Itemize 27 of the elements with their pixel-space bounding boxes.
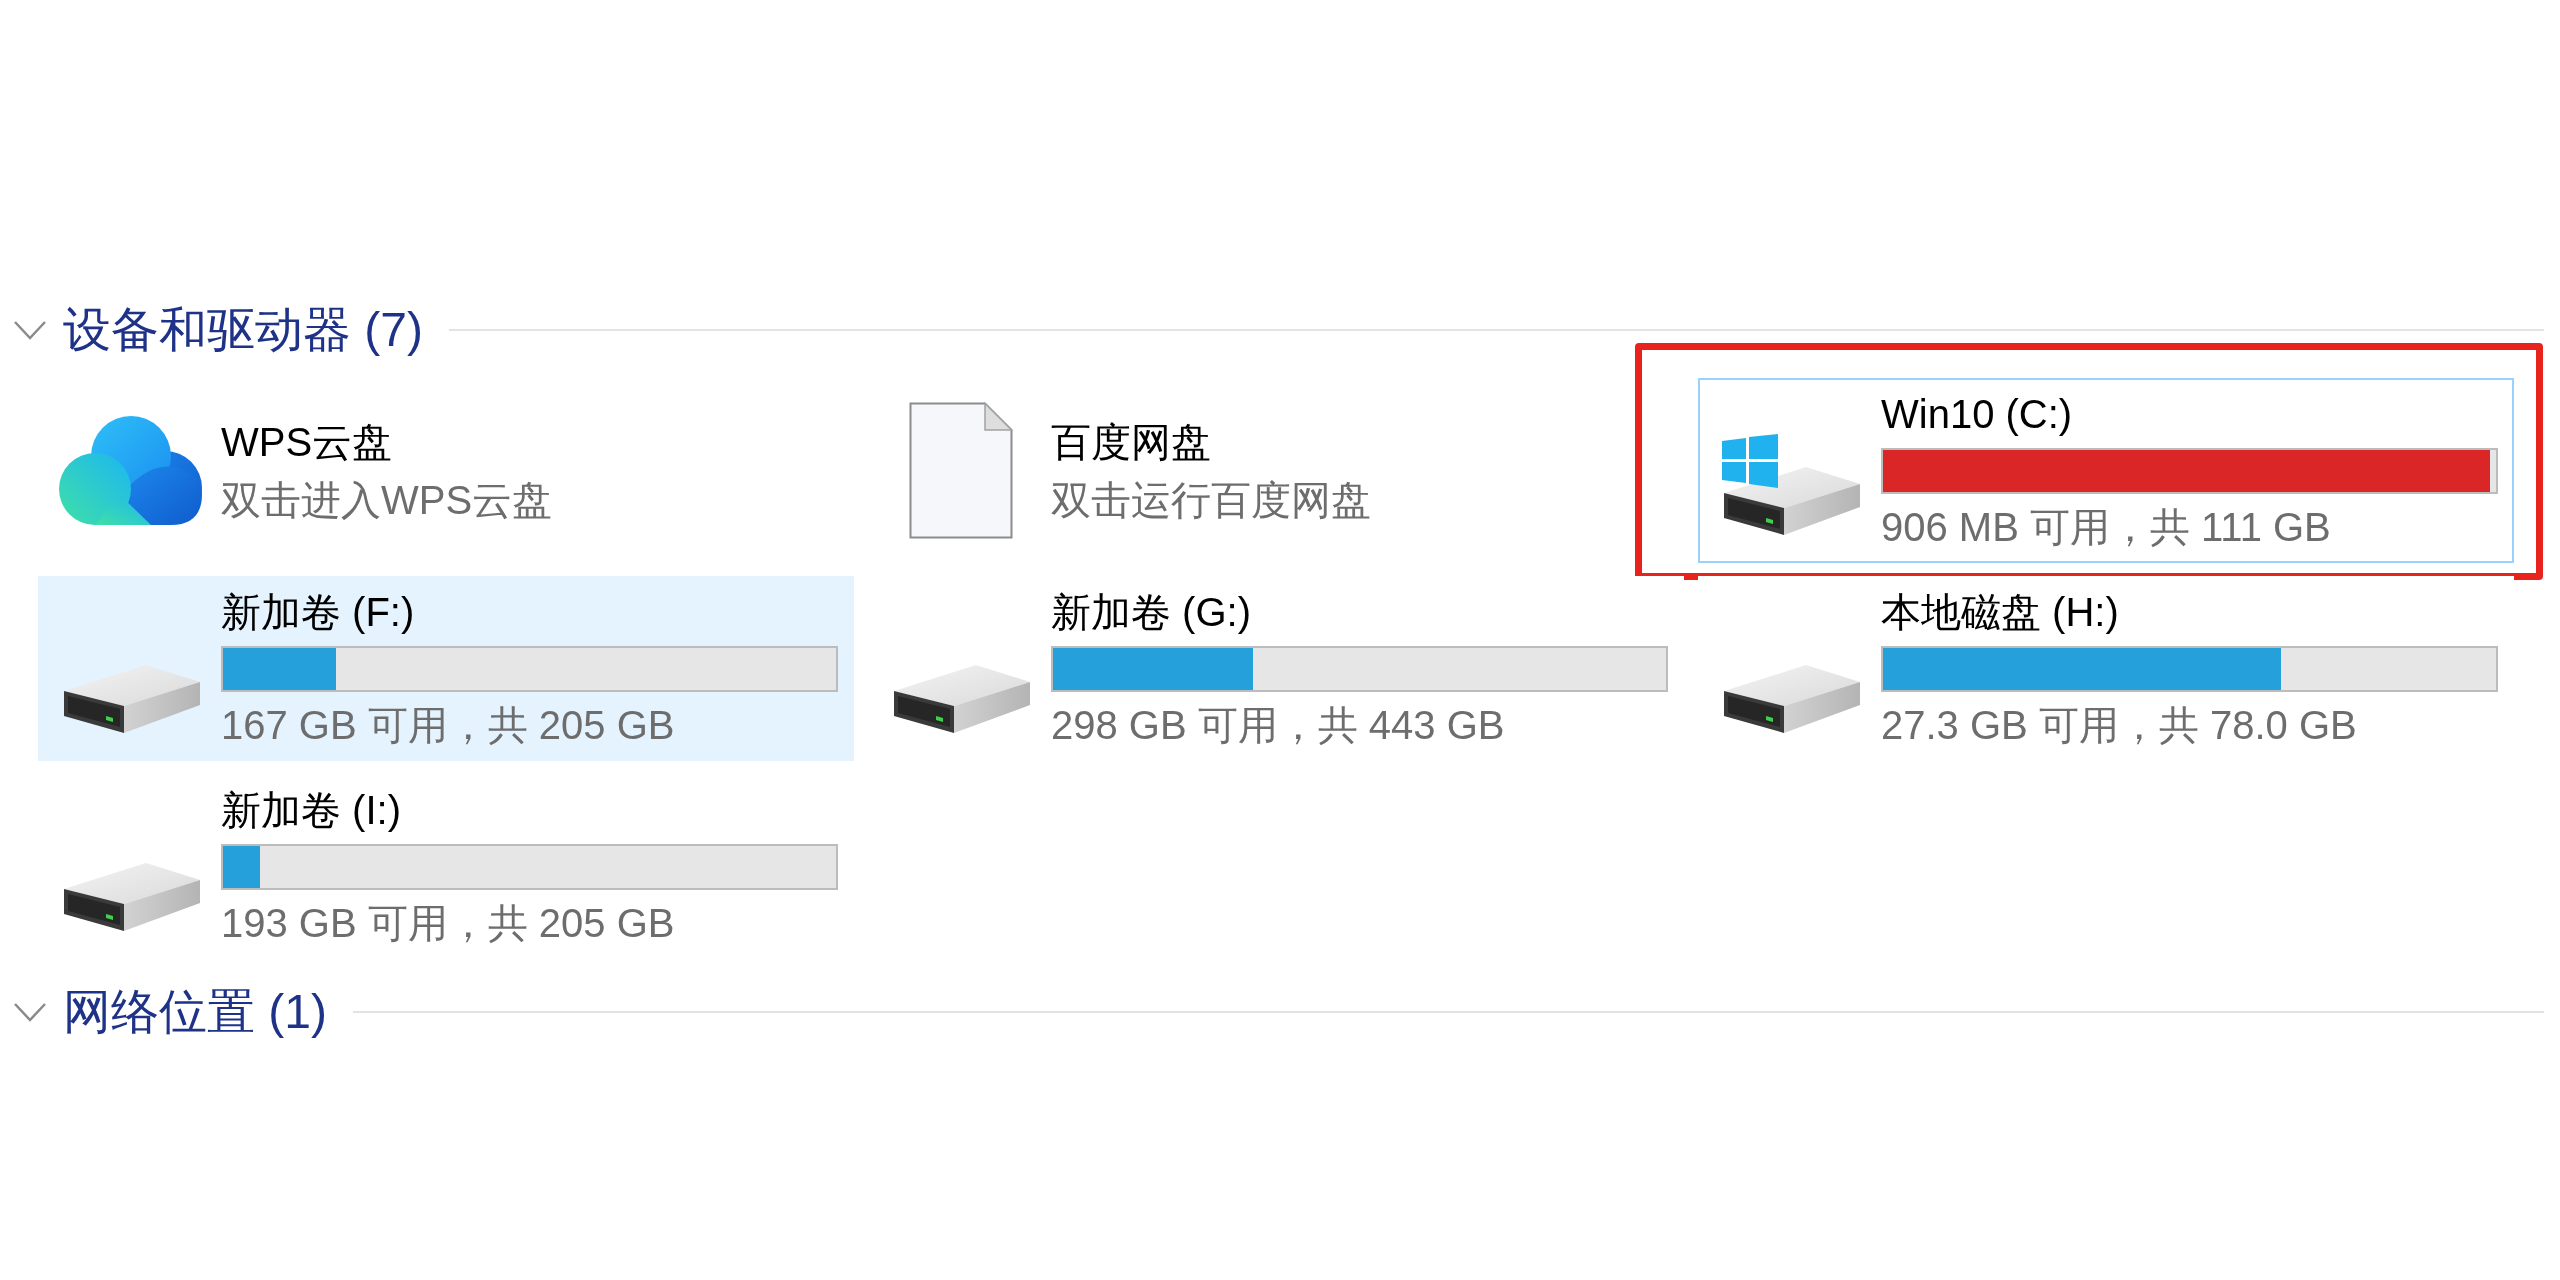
cloud-icon	[58, 416, 203, 525]
free-space-text: 193 GB 可用，共 205 GB	[221, 900, 676, 947]
chevron-down-icon[interactable]	[13, 1002, 47, 1022]
item-name: 新加卷 (I:)	[221, 787, 402, 834]
item-name: 新加卷 (F:)	[221, 589, 416, 636]
drive-icon	[61, 862, 200, 932]
free-space-text: 298 GB 可用，共 443 GB	[1051, 702, 1506, 749]
drive-item[interactable]: 新加卷 (F:) 167 GB 可用，共 205 GB	[38, 576, 854, 761]
item-name: Win10 (C:)	[1881, 391, 2074, 438]
drive-icon	[1721, 664, 1860, 734]
drive-item[interactable]: Win10 (C:) 906 MB 可用，共 111 GB	[1698, 378, 2514, 563]
item-name: 新加卷 (G:)	[1051, 589, 1252, 636]
item-name: 本地磁盘 (H:)	[1881, 589, 2120, 636]
item-name: 百度网盘	[1051, 418, 1212, 466]
item-name: WPS云盘	[221, 418, 394, 466]
section-header[interactable]: 网络位置 (1)	[63, 984, 327, 1040]
item-description: 双击进入WPS云盘	[221, 476, 554, 524]
free-space-text: 906 MB 可用，共 111 GB	[1881, 504, 2332, 551]
section-header[interactable]: 设备和驱动器 (7)	[63, 302, 423, 358]
drive-icon	[891, 664, 1030, 734]
free-space-text: 27.3 GB 可用，共 78.0 GB	[1881, 702, 2358, 749]
drive-icon	[61, 664, 200, 734]
item-description: 双击运行百度网盘	[1051, 476, 1372, 524]
blank-file-icon	[908, 402, 1013, 539]
free-space-text: 167 GB 可用，共 205 GB	[221, 702, 676, 749]
chevron-down-icon[interactable]	[13, 320, 47, 340]
drive-with-window-logo-icon	[1721, 434, 1860, 536]
